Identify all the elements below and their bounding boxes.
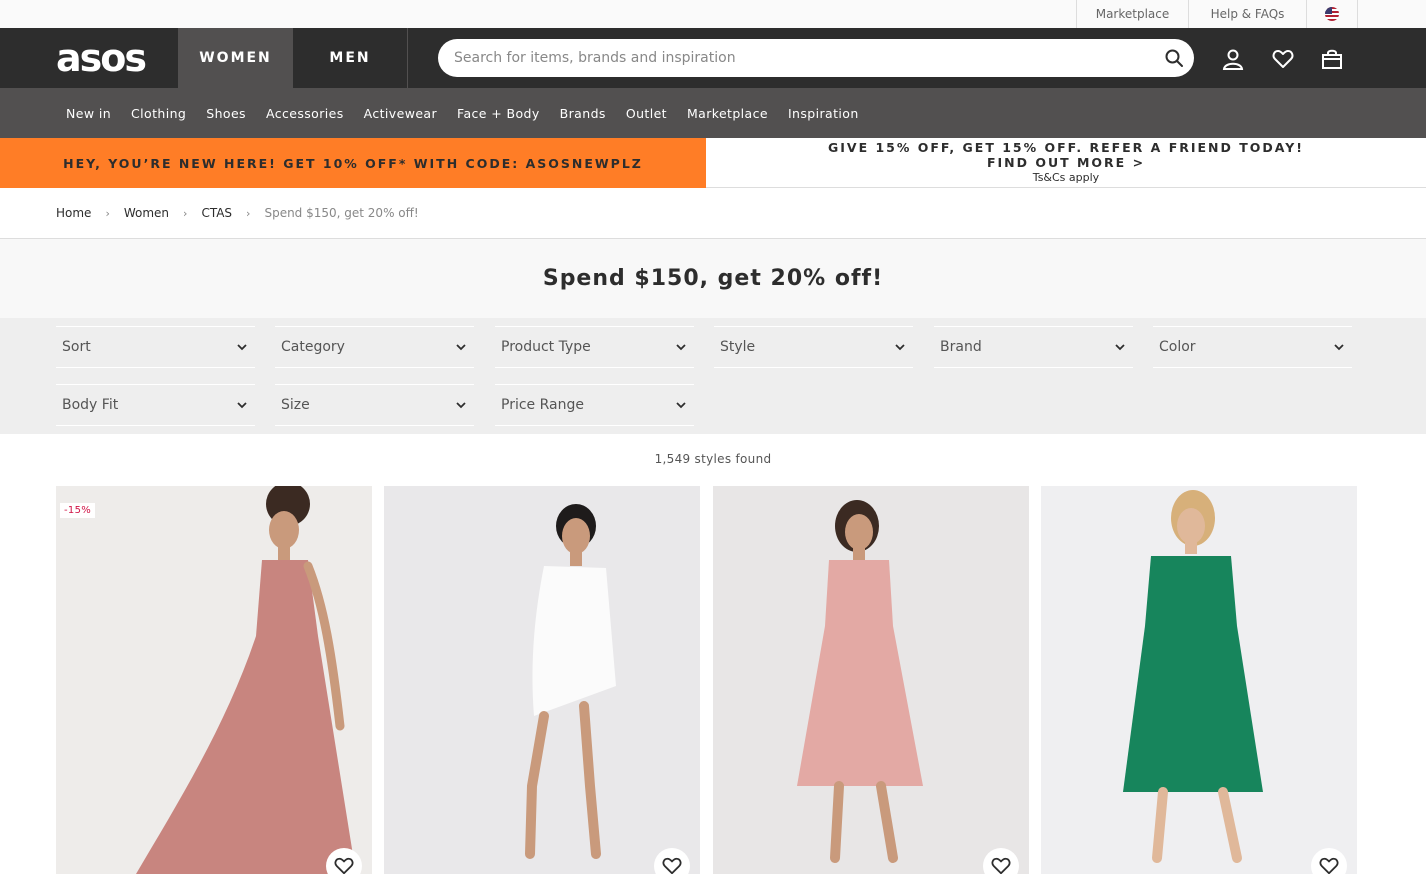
nav-item-clothing[interactable]: Clothing xyxy=(121,88,196,138)
filter-label: Price Range xyxy=(501,397,584,413)
tab-men[interactable]: MEN xyxy=(293,28,408,88)
filter-label: Color xyxy=(1159,339,1196,355)
chevron-down-icon xyxy=(1334,344,1344,351)
bag-icon[interactable] xyxy=(1321,48,1343,70)
filter-body-fit[interactable]: Body Fit xyxy=(56,384,255,426)
product-image xyxy=(797,500,923,863)
nav-item-face-body[interactable]: Face + Body xyxy=(447,88,550,138)
heart-icon xyxy=(334,857,354,874)
chevron-down-icon xyxy=(895,344,905,351)
refer-friend-headline: GIVE 15% OFF, GET 15% OFF. REFER A FRIEN… xyxy=(827,140,1304,155)
page-title: Spend $150, get 20% off! xyxy=(542,266,884,291)
nav-item-inspiration[interactable]: Inspiration xyxy=(778,88,869,138)
nav-item-brands[interactable]: Brands xyxy=(550,88,616,138)
chevron-down-icon xyxy=(456,402,466,409)
product-card[interactable] xyxy=(1041,486,1357,874)
help-faqs-link[interactable]: Help & FAQs xyxy=(1188,0,1306,28)
filter-label: Product Type xyxy=(501,339,591,355)
chevron-down-icon xyxy=(237,344,247,351)
us-flag-icon xyxy=(1325,7,1339,21)
breadcrumb-ctas[interactable]: CTAS xyxy=(201,206,232,220)
filter-label: Body Fit xyxy=(62,397,119,413)
chevron-down-icon xyxy=(237,402,247,409)
breadcrumb-home[interactable]: Home xyxy=(56,206,91,220)
filter-label: Brand xyxy=(940,339,982,355)
filter-price-range[interactable]: Price Range xyxy=(495,384,694,426)
filter-color[interactable]: Color xyxy=(1153,326,1352,368)
terms-link[interactable]: Ts&Cs apply xyxy=(706,170,1426,185)
heart-icon xyxy=(662,857,682,874)
product-card[interactable]: -15% xyxy=(56,486,372,874)
account-icon[interactable] xyxy=(1222,48,1244,70)
filter-category[interactable]: Category xyxy=(275,326,474,368)
results-count: 1,549 styles found xyxy=(654,452,772,466)
search-bar xyxy=(438,39,1194,77)
filter-product-type[interactable]: Product Type xyxy=(495,326,694,368)
filter-brand[interactable]: Brand xyxy=(934,326,1133,368)
product-card[interactable] xyxy=(384,486,700,874)
search-icon[interactable] xyxy=(1164,48,1184,68)
chevron-down-icon xyxy=(1115,344,1125,351)
search-input[interactable] xyxy=(454,39,1144,77)
find-out-more-link[interactable]: FIND OUT MORE > xyxy=(706,155,1426,170)
product-image xyxy=(525,504,616,859)
nav-item-shoes[interactable]: Shoes xyxy=(196,88,256,138)
heart-icon xyxy=(1319,857,1339,874)
chevron-right-icon: › xyxy=(246,206,251,220)
product-image xyxy=(1123,490,1263,863)
filter-size[interactable]: Size xyxy=(275,384,474,426)
nav-item-accessories[interactable]: Accessories xyxy=(256,88,354,138)
breadcrumb: Home › Women › CTAS › Spend $150, get 20… xyxy=(0,188,1426,239)
product-image xyxy=(136,486,356,874)
tab-women[interactable]: WOMEN xyxy=(178,28,293,88)
chevron-right-icon: › xyxy=(183,206,188,220)
heart-icon[interactable] xyxy=(1272,48,1294,70)
region-selector[interactable] xyxy=(1306,0,1358,28)
nav-item-outlet[interactable]: Outlet xyxy=(616,88,677,138)
filter-sort[interactable]: Sort xyxy=(56,326,255,368)
asos-logo[interactable]: asos xyxy=(56,38,147,78)
filter-label: Style xyxy=(720,339,756,355)
breadcrumb-women[interactable]: Women xyxy=(124,206,169,220)
chevron-right-icon: › xyxy=(105,206,110,220)
chevron-down-icon xyxy=(676,344,686,351)
refer-friend-banner[interactable]: GIVE 15% OFF, GET 15% OFF. REFER A FRIEN… xyxy=(706,138,1426,188)
chevron-down-icon xyxy=(676,402,686,409)
heart-icon xyxy=(991,857,1011,874)
filter-label: Sort xyxy=(62,339,91,355)
product-card[interactable] xyxy=(713,486,1029,874)
discount-badge: -15% xyxy=(60,503,96,518)
filter-label: Size xyxy=(281,397,310,413)
nav-item-marketplace[interactable]: Marketplace xyxy=(677,88,778,138)
utility-bar: Marketplace Help & FAQs xyxy=(0,0,1426,28)
main-header: asos WOMEN MEN xyxy=(0,28,1426,88)
filter-label: Category xyxy=(281,339,345,355)
chevron-down-icon xyxy=(456,344,466,351)
filter-style[interactable]: Style xyxy=(714,326,913,368)
nav-item-new-in[interactable]: New in xyxy=(56,88,121,138)
filter-bar: Sort Category Product Type Style Brand C… xyxy=(0,318,1426,434)
title-band: Spend $150, get 20% off! xyxy=(0,239,1426,318)
breadcrumb-current: Spend $150, get 20% off! xyxy=(264,206,419,220)
category-nav: New in Clothing Shoes Accessories Active… xyxy=(0,88,1426,138)
marketplace-link[interactable]: Marketplace xyxy=(1076,0,1188,28)
new-customer-promo-banner[interactable]: HEY, YOU’RE NEW HERE! GET 10% OFF* WITH … xyxy=(0,138,706,188)
nav-item-activewear[interactable]: Activewear xyxy=(354,88,447,138)
